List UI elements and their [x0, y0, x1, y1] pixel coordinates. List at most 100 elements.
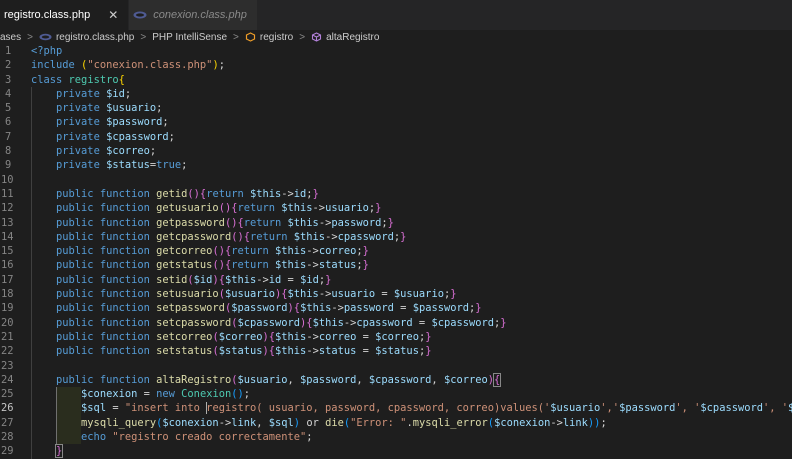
code-line[interactable]: 23: [0, 358, 792, 373]
code-line[interactable]: 20 public function setcpassword($cpasswo…: [0, 315, 792, 330]
breadcrumb-file[interactable]: registro.class.php: [56, 32, 134, 43]
code-token: {: [492, 372, 502, 387]
code-token: ->: [306, 259, 319, 272]
code-editor[interactable]: 1 <?php 2 include ("conexion.class.php"); 3 c…: [0, 44, 792, 459]
code-token: =: [106, 402, 125, 415]
code-token: $correo: [788, 402, 792, 415]
code-token: echo: [81, 431, 113, 444]
code-line[interactable]: 22 public function setstatus($status){$t…: [0, 344, 792, 359]
line-number: 8: [5, 145, 12, 158]
code-token: ', ': [675, 402, 701, 415]
code-line[interactable]: 7 private $cpassword;: [0, 129, 792, 145]
code-line[interactable]: 6 private $password;: [0, 115, 792, 130]
line-number: 2: [5, 59, 12, 72]
code-text: public function getcpassword(){return $t…: [31, 230, 406, 244]
code-line[interactable]: 1 <?php: [0, 44, 792, 58]
tab-registro-class-php[interactable]: registro.class.php ✕: [0, 0, 130, 30]
line-number: 19: [1, 302, 14, 315]
code-token: getcpassword: [156, 230, 232, 243]
line-number: 28: [1, 431, 14, 444]
breadcrumb: ases > registro.class.php > PHP IntelliS…: [0, 30, 792, 44]
code-token: $usuario: [237, 373, 288, 386]
breadcrumb-class[interactable]: registro: [260, 32, 293, 43]
code-token: id: [293, 187, 307, 200]
code-line[interactable]: 8 private $correo;: [0, 144, 792, 159]
code-line[interactable]: 5 private $usuario;: [0, 101, 792, 116]
code-line[interactable]: 26 $sql = "insert into registro( usuario…: [0, 401, 792, 416]
code-line[interactable]: 14 public function getcpassword(){return…: [0, 229, 792, 245]
editor-tab-bar: registro.class.php ✕ conexion.class.php: [0, 0, 792, 30]
code-line[interactable]: 25 $conexion = new Conexion();: [0, 387, 792, 402]
code-token: link: [562, 416, 588, 429]
code-line[interactable]: 13 public function getpassword(){return …: [0, 215, 792, 230]
code-token: usuario: [325, 202, 369, 215]
code-line[interactable]: 24 public function altaRegistro($usuario…: [0, 372, 792, 388]
line-number: 3: [5, 73, 12, 86]
code-line[interactable]: 15 public function getcorreo(){return $t…: [0, 244, 792, 259]
code-line[interactable]: 18 public function setusuario($usuario){…: [0, 287, 792, 302]
code-token: }: [425, 330, 432, 343]
line-number: 14: [1, 230, 14, 243]
code-token: ->: [318, 216, 332, 229]
breadcrumb-method[interactable]: altaRegistro: [326, 32, 379, 43]
code-line[interactable]: 17 public function setid($id){$this->id …: [0, 272, 792, 288]
code-token: setusuario: [156, 288, 219, 301]
line-number: 17: [1, 273, 14, 286]
code-line[interactable]: 27 mysqli_query($conexion->link, $sql) o…: [0, 415, 792, 431]
code-token: }: [54, 444, 64, 459]
code-text: public function getcorreo(){return $this…: [31, 244, 369, 258]
code-line[interactable]: 29 }: [0, 444, 792, 459]
code-token: link: [231, 416, 257, 429]
code-token: $this: [293, 230, 326, 243]
close-icon[interactable]: ✕: [108, 8, 118, 22]
code-text: public function getid(){return $this->id…: [31, 187, 319, 201]
code-token: =: [137, 388, 157, 401]
code-token: public function: [56, 345, 157, 358]
code-token: $conexion: [494, 416, 551, 429]
code-line[interactable]: 4 private $id;: [0, 86, 792, 102]
code-line[interactable]: 10: [0, 172, 792, 187]
breadcrumb-namespace[interactable]: PHP IntelliSense: [152, 32, 227, 43]
code-token: }: [387, 216, 394, 229]
code-token: ->: [331, 302, 344, 315]
code-token: ->: [318, 288, 332, 301]
code-token: public function: [56, 316, 157, 329]
code-line[interactable]: 12 public function getusuario(){return $…: [0, 201, 792, 216]
code-token: ;: [243, 388, 250, 401]
code-token: ;: [124, 87, 132, 100]
line-number: 9: [5, 159, 12, 172]
code-line[interactable]: 3 class registro{: [0, 73, 792, 87]
code-token: mysqli_query: [81, 416, 157, 429]
code-line[interactable]: 21 public function setcorreo($correo){$t…: [0, 329, 792, 345]
tab-conexion-class-php[interactable]: conexion.class.php: [129, 0, 258, 30]
code-token: return: [237, 202, 282, 215]
code-text: $conexion = new Conexion();: [31, 387, 250, 401]
code-line[interactable]: 16 public function getstatus(){return $t…: [0, 258, 792, 273]
code-token: }: [312, 187, 319, 200]
code-token: $this: [300, 302, 332, 315]
code-line[interactable]: 9 private $status=true;: [0, 158, 792, 173]
code-line[interactable]: 2 include ("conexion.class.php");: [0, 58, 792, 72]
code-token: public function: [56, 259, 157, 272]
code-token: }: [362, 245, 369, 258]
code-line[interactable]: 28 echo "registro creado correctamente";: [0, 430, 792, 445]
code-text: private $id;: [31, 87, 131, 101]
code-token: $correo: [218, 330, 263, 343]
code-line[interactable]: 11 public function getid(){return $this-…: [0, 186, 792, 202]
code-text: public function setid($id){$this->id = $…: [31, 273, 331, 287]
breadcrumb-folder[interactable]: ases: [0, 32, 21, 43]
code-token: public function: [56, 216, 157, 229]
code-text: public function setstatus($status){$this…: [31, 344, 431, 358]
code-token: public function: [56, 302, 157, 315]
code-token: ;: [306, 431, 313, 444]
code-token: }: [475, 302, 482, 315]
code-token: $this: [275, 245, 307, 258]
code-text: private $usuario;: [31, 101, 162, 115]
line-number: 18: [1, 288, 14, 301]
code-line[interactable]: 19 public function setpassword($password…: [0, 301, 792, 316]
